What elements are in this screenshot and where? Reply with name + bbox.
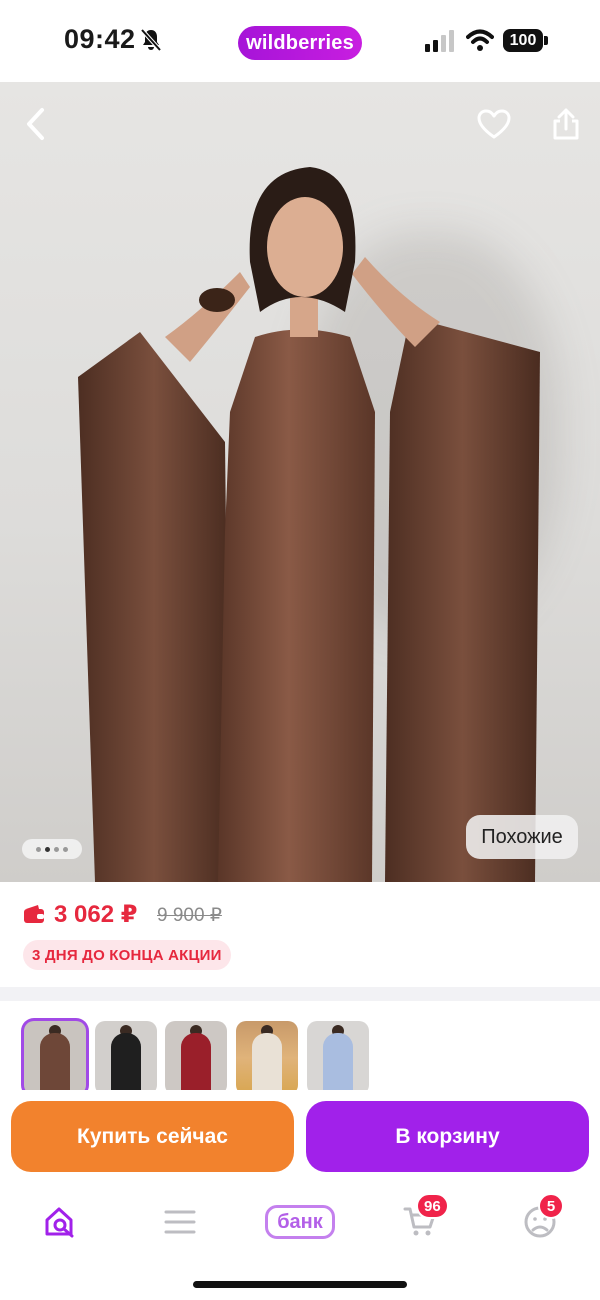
action-bar: Купить сейчас В корзину — [0, 1090, 600, 1182]
nav-bank[interactable]: банк — [255, 1200, 345, 1244]
chevron-left-icon — [27, 108, 44, 140]
product-photo-illustration — [78, 167, 540, 882]
wifi-icon — [466, 29, 494, 51]
add-to-cart-button[interactable]: В корзину — [306, 1101, 589, 1172]
promo-badge: 3 ДНЯ ДО КОНЦА АКЦИИ — [23, 940, 231, 970]
cart-badge: 96 — [416, 1193, 449, 1219]
home-search-icon — [45, 1207, 74, 1238]
back-button[interactable] — [10, 98, 62, 150]
variant-thumb-black[interactable] — [95, 1021, 157, 1095]
variant-thumb-blue[interactable] — [307, 1021, 369, 1095]
gallery-pager — [22, 839, 82, 859]
bell-off-icon — [140, 28, 162, 52]
wildberries-logo: wildberries — [238, 26, 362, 60]
heart-icon — [477, 109, 511, 139]
battery-icon: 100 — [503, 29, 549, 52]
current-price: 3 062 ₽ — [54, 901, 138, 928]
section-divider — [0, 987, 600, 1001]
bottom-nav: банк 96 5 — [0, 1182, 600, 1300]
share-button[interactable] — [540, 98, 592, 150]
pager-dot — [36, 846, 41, 852]
share-icon — [553, 108, 579, 140]
pager-dot — [54, 846, 59, 852]
price-card: 3 062 ₽ 9 900 ₽ 3 ДНЯ ДО КОНЦА АКЦИИ — [0, 882, 600, 987]
profile-badge: 5 — [538, 1193, 564, 1219]
wallet-icon — [24, 905, 44, 923]
pager-dot — [63, 846, 68, 852]
bank-label: банк — [265, 1205, 335, 1239]
variant-thumb-brown[interactable] — [24, 1021, 86, 1095]
similar-button[interactable]: Похожие — [466, 815, 578, 859]
variant-thumb-white[interactable] — [236, 1021, 298, 1095]
pager-dot-active — [45, 846, 50, 852]
color-variants — [0, 1001, 600, 1100]
signal-icon — [425, 30, 454, 52]
home-indicator — [193, 1281, 407, 1288]
variant-thumb-red[interactable] — [165, 1021, 227, 1095]
nav-catalog[interactable] — [150, 1200, 210, 1244]
battery-level: 100 — [503, 29, 543, 52]
menu-icon — [164, 1210, 196, 1234]
favorite-button[interactable] — [468, 98, 520, 150]
buy-now-button[interactable]: Купить сейчас — [11, 1101, 294, 1172]
nav-home[interactable] — [30, 1200, 90, 1244]
status-bar: 09:42 wildberries 100 — [0, 0, 600, 82]
product-photo[interactable]: Похожие — [0, 82, 600, 882]
status-time: 09:42 — [64, 24, 136, 54]
old-price: 9 900 ₽ — [157, 905, 222, 926]
